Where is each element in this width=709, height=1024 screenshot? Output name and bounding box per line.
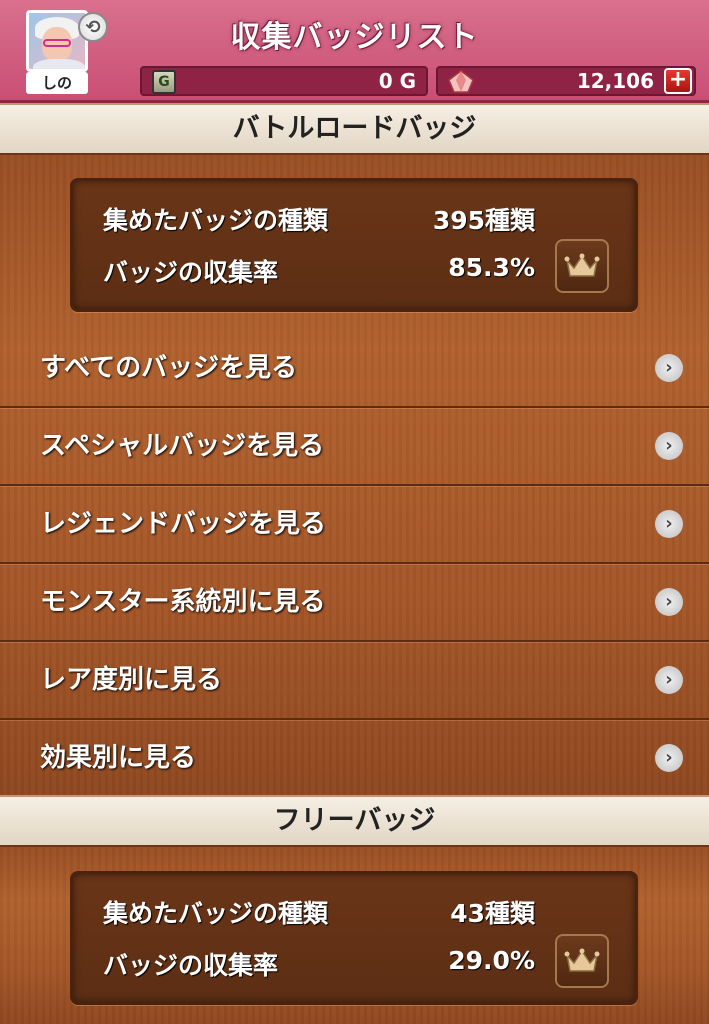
crown-icon <box>564 253 600 277</box>
menu-item-by-rarity[interactable]: レア度別に見る › <box>0 642 709 720</box>
rate-label: バッジの収集率 <box>103 258 279 287</box>
menu-item-label: レジェンドバッジを見る <box>40 509 327 539</box>
menu-item-label: 効果別に見る <box>40 743 197 773</box>
chevron-right-icon: › <box>655 432 683 460</box>
menu-item-by-effect[interactable]: 効果別に見る › <box>0 720 709 798</box>
rate-label: バッジの収集率 <box>103 951 279 980</box>
free-stats: 集めたバッジの種類 43種類 バッジの収集率 29.0% <box>70 871 638 1005</box>
types-label: 集めたバッジの種類 <box>103 899 329 928</box>
player-name: しの <box>26 72 88 94</box>
gold-icon: G <box>152 70 176 94</box>
rate-value: 85.3% <box>448 253 535 282</box>
page-title: 収集バッジリスト <box>230 20 479 55</box>
chevron-right-icon: › <box>655 666 683 694</box>
rate-value: 29.0% <box>448 946 535 975</box>
menu-item-by-monster-type[interactable]: モンスター系統別に見る › <box>0 564 709 642</box>
header-bar: ⟲ しの 収集バッジリスト G 0 G 12,106 + <box>0 0 709 103</box>
types-label: 集めたバッジの種類 <box>103 206 329 235</box>
section-header-free: フリーバッジ <box>0 795 709 847</box>
menu-item-label: レア度別に見る <box>40 665 223 695</box>
gold-value: 0 G <box>378 69 416 93</box>
crown-button[interactable] <box>555 934 609 988</box>
types-value: 43種類 <box>450 899 535 928</box>
gem-value: 12,106 <box>576 69 654 93</box>
battle-road-panel: 集めたバッジの種類 395種類 バッジの収集率 85.3% すべてのバッジを見る… <box>0 155 709 795</box>
menu-item-special-badges[interactable]: スペシャルバッジを見る › <box>0 408 709 486</box>
menu-item-label: モンスター系統別に見る <box>40 587 326 617</box>
chevron-right-icon: › <box>655 510 683 538</box>
gold-display: G 0 G <box>140 66 428 96</box>
menu-item-legend-badges[interactable]: レジェンドバッジを見る › <box>0 486 709 564</box>
gem-icon <box>448 70 474 93</box>
menu-item-label: スペシャルバッジを見る <box>40 431 325 461</box>
chevron-right-icon: › <box>655 744 683 772</box>
add-gems-button[interactable]: + <box>664 68 692 94</box>
crown-icon <box>564 948 600 972</box>
menu-item-label: すべてのバッジを見る <box>40 353 298 383</box>
section-header-battle-road: バトルロードバッジ <box>0 103 709 155</box>
chevron-right-icon: › <box>655 588 683 616</box>
types-value: 395種類 <box>432 206 535 235</box>
gem-display: 12,106 + <box>436 66 696 96</box>
menu-item-all-badges[interactable]: すべてのバッジを見る › <box>0 330 709 408</box>
avatar-body <box>33 59 85 69</box>
free-badge-panel: 集めたバッジの種類 43種類 バッジの収集率 29.0% <box>0 847 709 1024</box>
crown-button[interactable] <box>555 239 609 293</box>
chevron-right-icon: › <box>655 354 683 382</box>
battle-road-stats: 集めたバッジの種類 395種類 バッジの収集率 85.3% <box>70 178 638 312</box>
